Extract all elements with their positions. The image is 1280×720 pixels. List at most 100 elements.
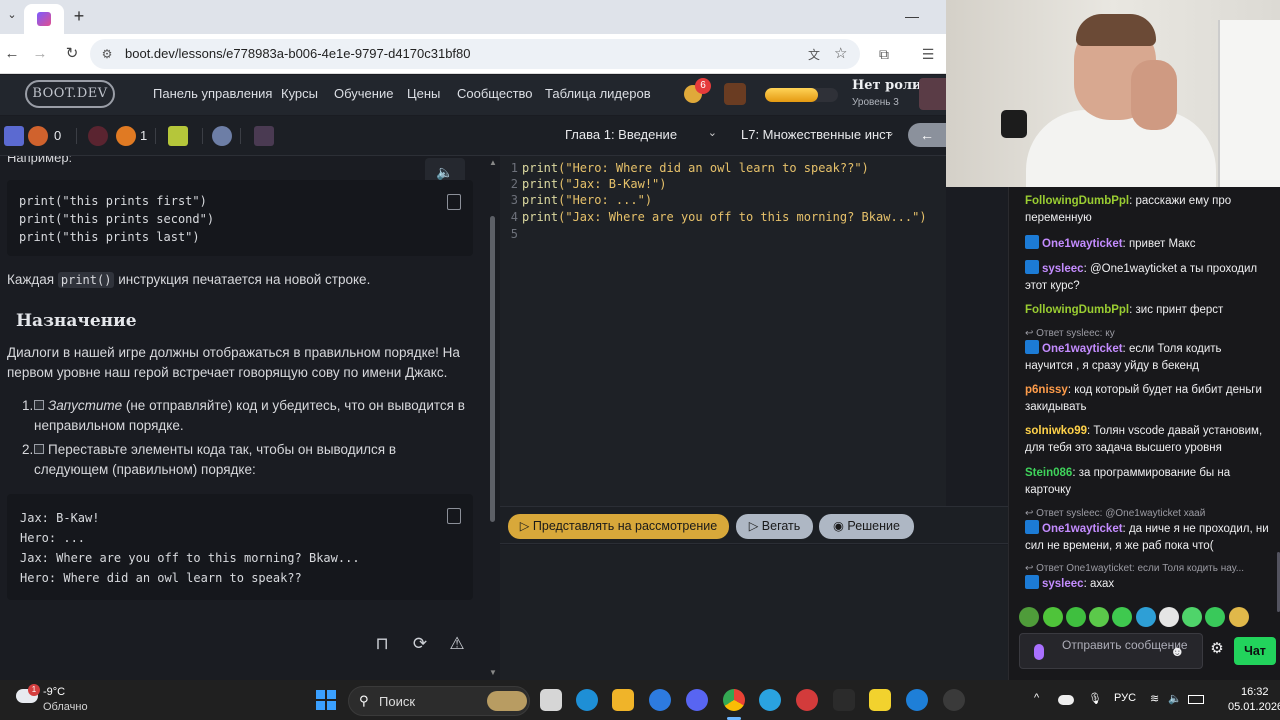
bootdev-logo[interactable]: BOOT.DEV [25,80,115,108]
emote-icon[interactable] [1019,607,1039,627]
chat-username[interactable]: p6nissy [1025,384,1068,396]
scroll-down-icon[interactable]: ▼ [489,668,497,677]
chat-username[interactable]: sysleec [1042,578,1084,590]
reset-icon[interactable]: ⟳ [408,632,432,656]
windows-start-icon[interactable] [316,690,336,710]
chat-username[interactable]: FollowingDumbPpl [1025,304,1129,316]
translate-icon[interactable]: 文 [808,46,824,62]
nav-dashboard[interactable]: Панель управления [153,86,272,101]
emote-icon[interactable] [1182,607,1202,627]
chat-input[interactable]: Отправить сообщение ☻ [1019,633,1203,669]
wifi-icon[interactable]: ≋ [1150,692,1159,705]
solution-button[interactable]: ◉ Решение [819,514,914,539]
previous-lesson-button[interactable]: ← [908,123,946,147]
volume-icon[interactable]: 🔈 [1168,692,1182,705]
emote-icon[interactable] [1229,607,1249,627]
emote-icon[interactable] [1205,607,1225,627]
clock-date[interactable]: 05.01.2026 [1228,701,1280,713]
chat-username[interactable]: One1wayticket [1042,238,1123,250]
editor-line[interactable]: 3 print("Hero: ...") [500,192,652,208]
task-view-icon[interactable] [540,689,562,711]
editor-line[interactable]: 4 print("Jax: Where are you off to this m… [500,209,927,225]
editor-line[interactable]: 5 [500,226,522,242]
nav-leaderboard[interactable]: Таблица лидеров [545,86,651,101]
new-tab-button[interactable]: + [70,6,88,26]
clock-time[interactable]: 16:32 [1241,686,1269,698]
chat-username[interactable]: FollowingDumbPpl [1025,195,1129,207]
extensions-icon[interactable]: ⧉ [874,44,894,64]
nav-pricing[interactable]: Цены [407,86,440,101]
nav-courses[interactable]: Курсы [281,86,318,101]
chat-username[interactable]: One1wayticket [1042,343,1123,355]
obs-icon[interactable] [943,689,965,711]
emote-icon[interactable] [1112,607,1132,627]
microphone-tray-icon[interactable]: 🎙 [1088,692,1102,705]
report-warning-icon[interactable]: ⚠ [445,632,469,656]
address-bar[interactable]: ⚙ boot.dev/lessons/e778983a-b006-4e1e-97… [90,39,860,69]
code-editor[interactable]: 1 print("Hero: Where did an owl learn to … [500,156,946,506]
app-icon[interactable] [833,689,855,711]
bookmark-star-icon[interactable]: ☆ [834,44,847,62]
task-checkbox[interactable] [34,400,44,410]
language-indicator[interactable]: РУС [1114,692,1136,704]
potion-icon[interactable] [88,126,108,146]
scrollbar-thumb[interactable] [490,216,495,522]
emoji-icon[interactable]: ☻ [1170,643,1186,659]
chat-username[interactable]: Stein086 [1025,467,1072,479]
avatar[interactable] [919,78,946,110]
reload-icon[interactable]: ↻ [62,44,82,64]
gem-icon[interactable] [28,126,48,146]
telegram-icon[interactable] [759,689,781,711]
emote-icon[interactable] [1089,607,1109,627]
emote-icon[interactable] [1066,607,1086,627]
nav-community[interactable]: Сообщество [457,86,533,101]
weather-description[interactable]: Облачно [43,701,88,713]
taskbar-search[interactable]: ⚲ Поиск [348,686,530,716]
app-icon[interactable] [869,689,891,711]
weather-temperature[interactable]: -9°C [43,686,65,698]
chrome-icon[interactable] [723,689,745,711]
edge-browser-icon[interactable] [576,689,598,711]
app-icon[interactable] [906,689,928,711]
task-checkbox[interactable] [34,444,44,454]
microphone-icon[interactable] [1034,644,1044,660]
chat-send-button[interactable]: Чат [1234,637,1276,665]
site-info-icon[interactable]: ⚙ [98,45,116,63]
browser-tab[interactable] [24,4,64,34]
chat-settings-gear-icon[interactable]: ⚙ [1207,639,1227,659]
chest-icon[interactable] [254,126,274,146]
emote-icon[interactable] [1043,607,1063,627]
run-button[interactable]: ▷ Вегать [736,514,813,539]
emote-icon[interactable] [1136,607,1156,627]
copy-icon[interactable] [447,508,461,524]
pet-icon[interactable] [724,83,746,105]
sword-icon[interactable] [168,126,188,146]
chat-username[interactable]: One1wayticket [1042,523,1123,535]
chat-username[interactable]: sysleec [1042,263,1084,275]
emote-icon[interactable] [1159,607,1179,627]
forward-arrow-icon[interactable]: → [30,44,50,64]
flask-icon[interactable] [212,126,232,146]
nav-learning[interactable]: Обучение [334,86,393,101]
lesson-dropdown[interactable]: L7: Множественные инст ⌄ [731,122,901,148]
user-role[interactable]: Нет роли [852,78,922,93]
scroll-up-icon[interactable]: ▲ [489,158,497,167]
shield-icon[interactable] [4,126,24,146]
editor-line[interactable]: 2 print("Jax: B-Kaw!") [500,176,667,192]
discord-icon[interactable] [686,689,708,711]
onedrive-cloud-icon[interactable] [1058,695,1074,705]
tab-list-chevron-icon[interactable]: ⌄ [4,8,20,26]
flame-icon[interactable] [116,126,136,146]
lesson-scrollbar[interactable]: ▲ ▼ [488,156,498,680]
back-arrow-icon[interactable]: ← [2,44,22,64]
battery-icon[interactable] [1188,695,1204,704]
copy-icon[interactable] [447,194,461,210]
submit-button[interactable]: ▷ Представлять на рассмотрение [508,514,729,539]
reading-list-icon[interactable]: ☰ [918,44,938,64]
tray-overflow-chevron-icon[interactable]: ^ [1034,692,1039,704]
chapter-dropdown[interactable]: Глава 1: Введение ⌄ [555,122,723,148]
bookmark-icon[interactable]: ⊓ [370,632,394,656]
editor-line[interactable]: 1 print("Hero: Where did an owl learn to … [500,160,869,176]
minimize-window-button[interactable]: — [905,8,919,24]
app-icon[interactable] [796,689,818,711]
